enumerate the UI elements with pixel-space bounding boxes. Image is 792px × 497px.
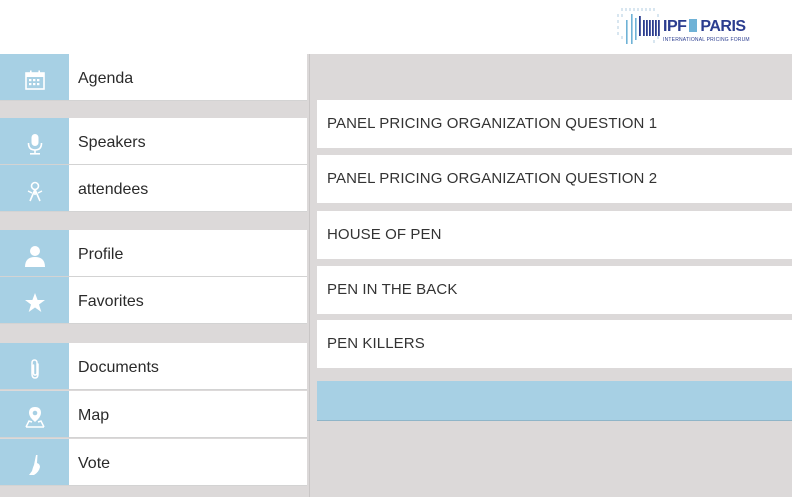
sidebar-item-documents[interactable]: Documents [0, 343, 307, 390]
sidebar-item-label: Documents [78, 359, 159, 376]
person-icon [24, 246, 45, 267]
sidebar-icon-cell [0, 439, 69, 485]
sidebar-item-map[interactable]: Map [0, 391, 307, 438]
logo-brand-right: PARIS [700, 18, 746, 35]
hand-icon [28, 455, 40, 475]
list-item-label: PANEL PRICING ORGANIZATION QUESTION 2 [327, 170, 658, 187]
logo-separator [689, 19, 698, 32]
list-item[interactable]: PEN IN THE BACK [317, 266, 792, 314]
sidebar-item-label: attendees [78, 181, 149, 198]
sidebar-item-profile[interactable]: Profile [0, 230, 307, 277]
sidebar-item-label: Profile [78, 246, 124, 263]
list-item-label: HOUSE OF PEN [327, 226, 442, 243]
ipf-paris-logo: IPF PARIS INTERNATIONAL PRICING FORUM [613, 6, 763, 50]
logo-brand: IPF PARIS [663, 18, 746, 36]
sidebar-icon-cell [0, 118, 69, 164]
list-item-label: PEN IN THE BACK [327, 281, 458, 298]
sidebar-item-favorites[interactable]: Favorites [0, 277, 307, 324]
sidebar-item-agenda[interactable]: Agenda [0, 54, 307, 101]
sidebar-icon-cell [0, 391, 69, 437]
list-item[interactable]: HOUSE OF PEN [317, 211, 792, 259]
sidebar-icon-cell [0, 277, 69, 323]
list-item[interactable]: PANEL PRICING ORGANIZATION QUESTION 2 [317, 155, 792, 203]
list-item[interactable]: PANEL PRICING ORGANIZATION QUESTION 1 [317, 100, 792, 148]
paperclip-icon [30, 359, 39, 379]
list-item[interactable]: PEN KILLERS [317, 320, 792, 368]
map-pin-icon [24, 407, 45, 428]
sidebar-item-label: Vote [78, 455, 111, 472]
sidebar-item-speakers[interactable]: Speakers [0, 118, 307, 165]
sidebar-icon-cell [0, 165, 69, 211]
attendees-icon [27, 181, 42, 202]
list-item-label: PEN KILLERS [327, 335, 425, 352]
list-item-label: PANEL PRICING ORGANIZATION QUESTION 1 [327, 115, 658, 132]
sidebar-icon-cell [0, 343, 69, 389]
logo-brand-left: IPF [663, 18, 687, 35]
sidebar-item-vote[interactable]: Vote [0, 439, 307, 486]
logo-tagline: INTERNATIONAL PRICING FORUM [663, 37, 750, 43]
sidebar-icon-cell [0, 54, 69, 100]
sidebar: Agenda Speakers attendees Profile Favori… [0, 54, 310, 497]
sidebar-item-label: Agenda [78, 70, 134, 87]
calendar-icon [24, 70, 45, 90]
vote-list-panel: PANEL PRICING ORGANIZATION QUESTION 1 PA… [310, 54, 792, 497]
app-window: IPF PARIS INTERNATIONAL PRICING FORUM Age… [0, 0, 792, 497]
list-item-selected[interactable] [317, 381, 792, 421]
microphone-icon [27, 134, 42, 155]
sidebar-item-label: Favorites [78, 293, 144, 310]
header: IPF PARIS INTERNATIONAL PRICING FORUM [0, 0, 792, 54]
sidebar-icon-cell [0, 230, 69, 276]
sidebar-item-attendees[interactable]: attendees [0, 165, 307, 212]
star-icon [24, 293, 45, 312]
sidebar-item-label: Map [78, 407, 110, 424]
sidebar-item-label: Speakers [78, 134, 146, 151]
